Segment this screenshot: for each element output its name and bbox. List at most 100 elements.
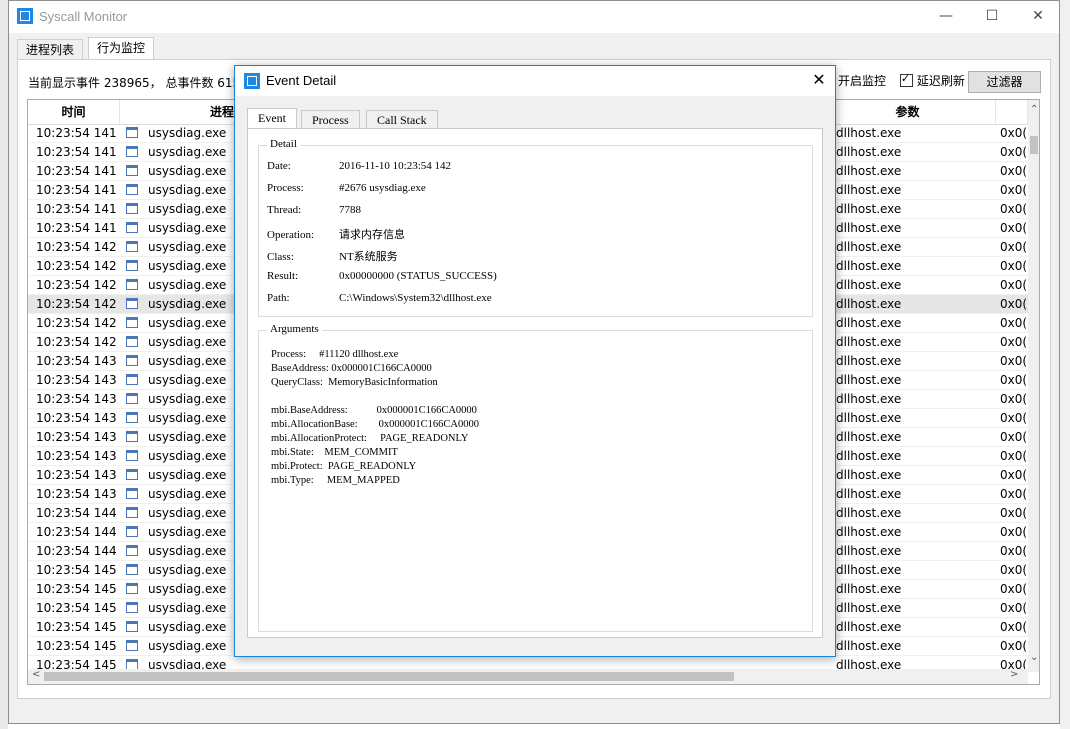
- cell-param: dllhost.exe: [836, 449, 902, 463]
- cell-param: dllhost.exe: [836, 221, 902, 235]
- detail-row: Date: 2016-11-10 10:23:54 142: [267, 160, 451, 172]
- cell-extra: 0x0(: [1000, 126, 1026, 140]
- cell-extra: 0x0(: [1000, 259, 1026, 273]
- executable-icon: [126, 602, 138, 613]
- executable-icon: [126, 431, 138, 442]
- cell-extra: 0x0(: [1000, 468, 1026, 482]
- delay-refresh-checkbox[interactable]: [899, 72, 913, 87]
- cell-param: dllhost.exe: [836, 563, 902, 577]
- vertical-scroll-thumb[interactable]: [1030, 136, 1038, 154]
- argument-line: mbi.Type: MEM_MAPPED: [271, 475, 400, 486]
- arguments-legend: Arguments: [267, 323, 322, 335]
- scroll-up-icon[interactable]: ⌃: [1030, 104, 1038, 115]
- cell-time: 10:23:54 145: [36, 582, 117, 596]
- cell-param: dllhost.exe: [836, 373, 902, 387]
- cell-param: dllhost.exe: [836, 620, 902, 634]
- cell-process: usysdiag.exe: [148, 563, 227, 577]
- cell-param: dllhost.exe: [836, 202, 902, 216]
- cell-extra: 0x0(: [1000, 487, 1026, 501]
- monitor-controls: 开启监控 延迟刷新: [838, 72, 965, 89]
- dialog-close-button[interactable]: ✕: [807, 68, 831, 92]
- vertical-scrollbar[interactable]: ⌃ ⌄: [1028, 100, 1039, 672]
- cell-param: dllhost.exe: [836, 544, 902, 558]
- cell-process: usysdiag.exe: [148, 639, 227, 653]
- cell-param: dllhost.exe: [836, 487, 902, 501]
- cell-time: 10:23:54 142: [36, 335, 117, 349]
- cell-process: usysdiag.exe: [148, 620, 227, 634]
- argument-line: mbi.BaseAddress: 0x000001C166CA0000: [271, 405, 477, 416]
- cell-extra: 0x0(: [1000, 639, 1026, 653]
- dialog-body: Detail Date: 2016-11-10 10:23:54 142 Proce…: [247, 128, 823, 638]
- cell-extra: 0x0(: [1000, 449, 1026, 463]
- detail-value: C:\Windows\System32\dllhost.exe: [339, 292, 492, 304]
- argument-line: mbi.State: MEM_COMMIT: [271, 447, 398, 458]
- detail-row: Operation: 请求内存信息: [267, 226, 405, 242]
- cell-time: 10:23:54 143: [36, 468, 117, 482]
- executable-icon: [126, 564, 138, 575]
- cell-time: 10:23:54 145: [36, 601, 117, 615]
- cell-time: 10:23:54 141: [36, 221, 117, 235]
- cell-time: 10:23:54 142: [36, 278, 117, 292]
- cell-time: 10:23:54 142: [36, 316, 117, 330]
- cell-process: usysdiag.exe: [148, 335, 227, 349]
- cell-process: usysdiag.exe: [148, 316, 227, 330]
- detail-key: Thread:: [267, 204, 302, 216]
- cell-extra: 0x0(: [1000, 316, 1026, 330]
- executable-icon: [126, 203, 138, 214]
- cell-time: 10:23:54 142: [36, 297, 117, 311]
- cell-time: 10:23:54 145: [36, 620, 117, 634]
- detail-value: 请求内存信息: [339, 229, 405, 241]
- executable-icon: [126, 298, 138, 309]
- scroll-left-icon[interactable]: <: [32, 669, 40, 680]
- argument-line: Process: #11120 dllhost.exe: [271, 349, 399, 360]
- close-button[interactable]: ✕: [1015, 1, 1061, 31]
- app-logo-icon: [17, 8, 33, 24]
- executable-icon: [126, 317, 138, 328]
- minimize-button[interactable]: —: [923, 1, 969, 31]
- cell-process: usysdiag.exe: [148, 544, 227, 558]
- filter-button[interactable]: 过滤器: [968, 71, 1041, 93]
- executable-icon: [126, 545, 138, 556]
- executable-icon: [126, 640, 138, 651]
- tab-process[interactable]: Process: [301, 110, 360, 129]
- horizontal-scroll-thumb[interactable]: [44, 672, 734, 681]
- cell-process: usysdiag.exe: [148, 525, 227, 539]
- cell-param: dllhost.exe: [836, 411, 902, 425]
- column-header-params[interactable]: 参数: [820, 100, 996, 124]
- maximize-button[interactable]: ☐: [969, 1, 1015, 31]
- delay-refresh-toggle[interactable]: 延迟刷新: [899, 72, 965, 88]
- cell-time: 10:23:54 144: [36, 525, 117, 539]
- column-header-extra[interactable]: [996, 100, 1028, 124]
- executable-icon: [126, 184, 138, 195]
- cell-param: dllhost.exe: [836, 316, 902, 330]
- dialog-title: Event Detail: [266, 73, 337, 88]
- scroll-right-icon[interactable]: >: [1010, 669, 1018, 680]
- executable-icon: [126, 526, 138, 537]
- event-detail-dialog: Event Detail ✕ Event Process Call Stack …: [234, 65, 836, 657]
- tab-process-list[interactable]: 进程列表: [17, 39, 84, 60]
- cell-param: dllhost.exe: [836, 183, 902, 197]
- detail-value: #2676 usysdiag.exe: [339, 182, 426, 194]
- executable-icon: [126, 222, 138, 233]
- scroll-down-icon[interactable]: ⌄: [1030, 652, 1038, 663]
- cell-extra: 0x0(: [1000, 601, 1026, 615]
- horizontal-scrollbar[interactable]: < >: [28, 669, 1028, 684]
- tab-event[interactable]: Event: [247, 108, 297, 129]
- cell-time: 10:23:54 143: [36, 430, 117, 444]
- tab-behavior-monitor[interactable]: 行为监控: [88, 37, 155, 60]
- cell-time: 10:23:54 145: [36, 639, 117, 653]
- cell-extra: 0x0(: [1000, 620, 1026, 634]
- event-count-info: 当前显示事件 238965， 总事件数 6155: [28, 76, 248, 90]
- cell-extra: 0x0(: [1000, 221, 1026, 235]
- detail-value: 0x00000000 (STATUS_SUCCESS): [339, 270, 497, 282]
- cell-param: dllhost.exe: [836, 506, 902, 520]
- detail-row: Thread: 7788: [267, 204, 361, 216]
- executable-icon: [126, 146, 138, 157]
- cell-process: usysdiag.exe: [148, 145, 227, 159]
- tab-call-stack[interactable]: Call Stack: [366, 110, 438, 129]
- executable-icon: [126, 165, 138, 176]
- monitor-toggle[interactable]: 开启监控: [838, 74, 886, 88]
- column-header-time[interactable]: 时间: [28, 100, 120, 124]
- cell-extra: 0x0(: [1000, 525, 1026, 539]
- cell-process: usysdiag.exe: [148, 373, 227, 387]
